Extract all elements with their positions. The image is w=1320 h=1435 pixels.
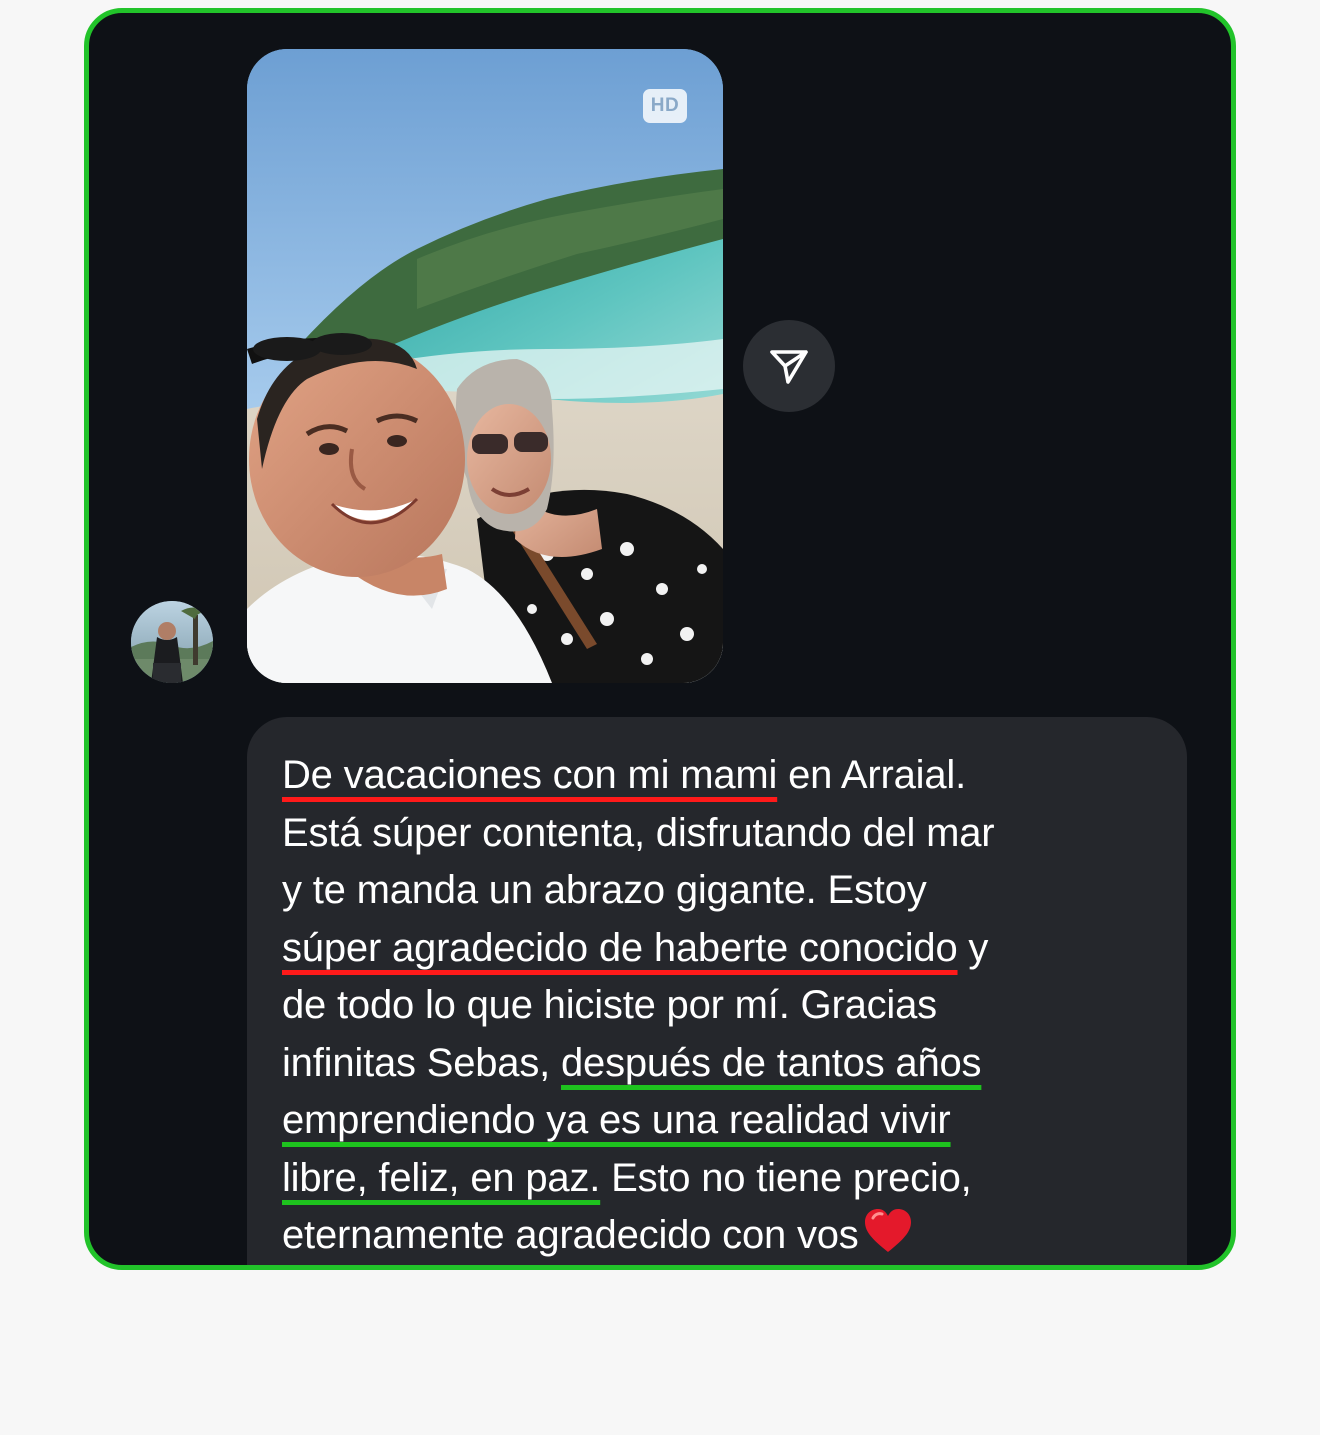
paper-plane-icon (770, 350, 808, 384)
highlight-green: emprendiendo ya es una realidad vivir (282, 1098, 951, 1142)
message-text: De vacaciones con mi mami en Arraial. Es… (282, 747, 1162, 1265)
message-segment: y (957, 925, 989, 970)
photo-message[interactable]: HD (247, 49, 723, 683)
sender-avatar[interactable] (131, 601, 213, 683)
message-line: emprendiendo ya es una realidad vivir (282, 1092, 1162, 1150)
highlight-green: después de tantos años (560, 1040, 982, 1085)
message-segment: Esto no tiene precio, (600, 1155, 972, 1200)
highlight-green: libre, feliz, en paz. (282, 1155, 601, 1200)
message-line: y te manda un abrazo gigante. Estoy (282, 862, 1162, 920)
message-line: eternamente agradecido con vos (282, 1207, 1162, 1265)
message-segment: de todo lo que hiciste por mí. Gracias (282, 983, 937, 1027)
message-segment: y te manda un abrazo gigante. Estoy (282, 868, 927, 912)
highlight-red: súper agradecido de haberte conocido (282, 925, 958, 970)
message-segment: en Arraial. (777, 753, 966, 797)
message-line: de todo lo que hiciste por mí. Gracias (282, 977, 1162, 1035)
message-segment: Está súper contenta, disfrutando del mar (282, 810, 995, 855)
avatar-photo (131, 601, 213, 683)
message-line: infinitas Sebas, después de tantos años (282, 1035, 1162, 1093)
hd-badge[interactable]: HD (643, 89, 687, 123)
chat-screenshot-frame: HD De vacaciones con mi mami en Arraial.… (84, 8, 1236, 1270)
share-button[interactable] (743, 320, 835, 412)
highlight-red: De vacaciones con mi mami (282, 753, 778, 797)
message-segment: eternamente agradecido con vos (282, 1213, 859, 1257)
text-message-bubble[interactable]: De vacaciones con mi mami en Arraial. Es… (247, 717, 1187, 1265)
heart-emoji-icon (863, 1208, 913, 1265)
message-line: libre, feliz, en paz. Esto no tiene prec… (282, 1150, 1162, 1208)
beach-selfie-photo (247, 49, 723, 683)
message-segment: infinitas Sebas, (282, 1040, 561, 1085)
message-line: Está súper contenta, disfrutando del mar (282, 805, 1162, 863)
message-line: De vacaciones con mi mami en Arraial. (282, 747, 1162, 805)
message-line: súper agradecido de haberte conocido y (282, 920, 1162, 978)
